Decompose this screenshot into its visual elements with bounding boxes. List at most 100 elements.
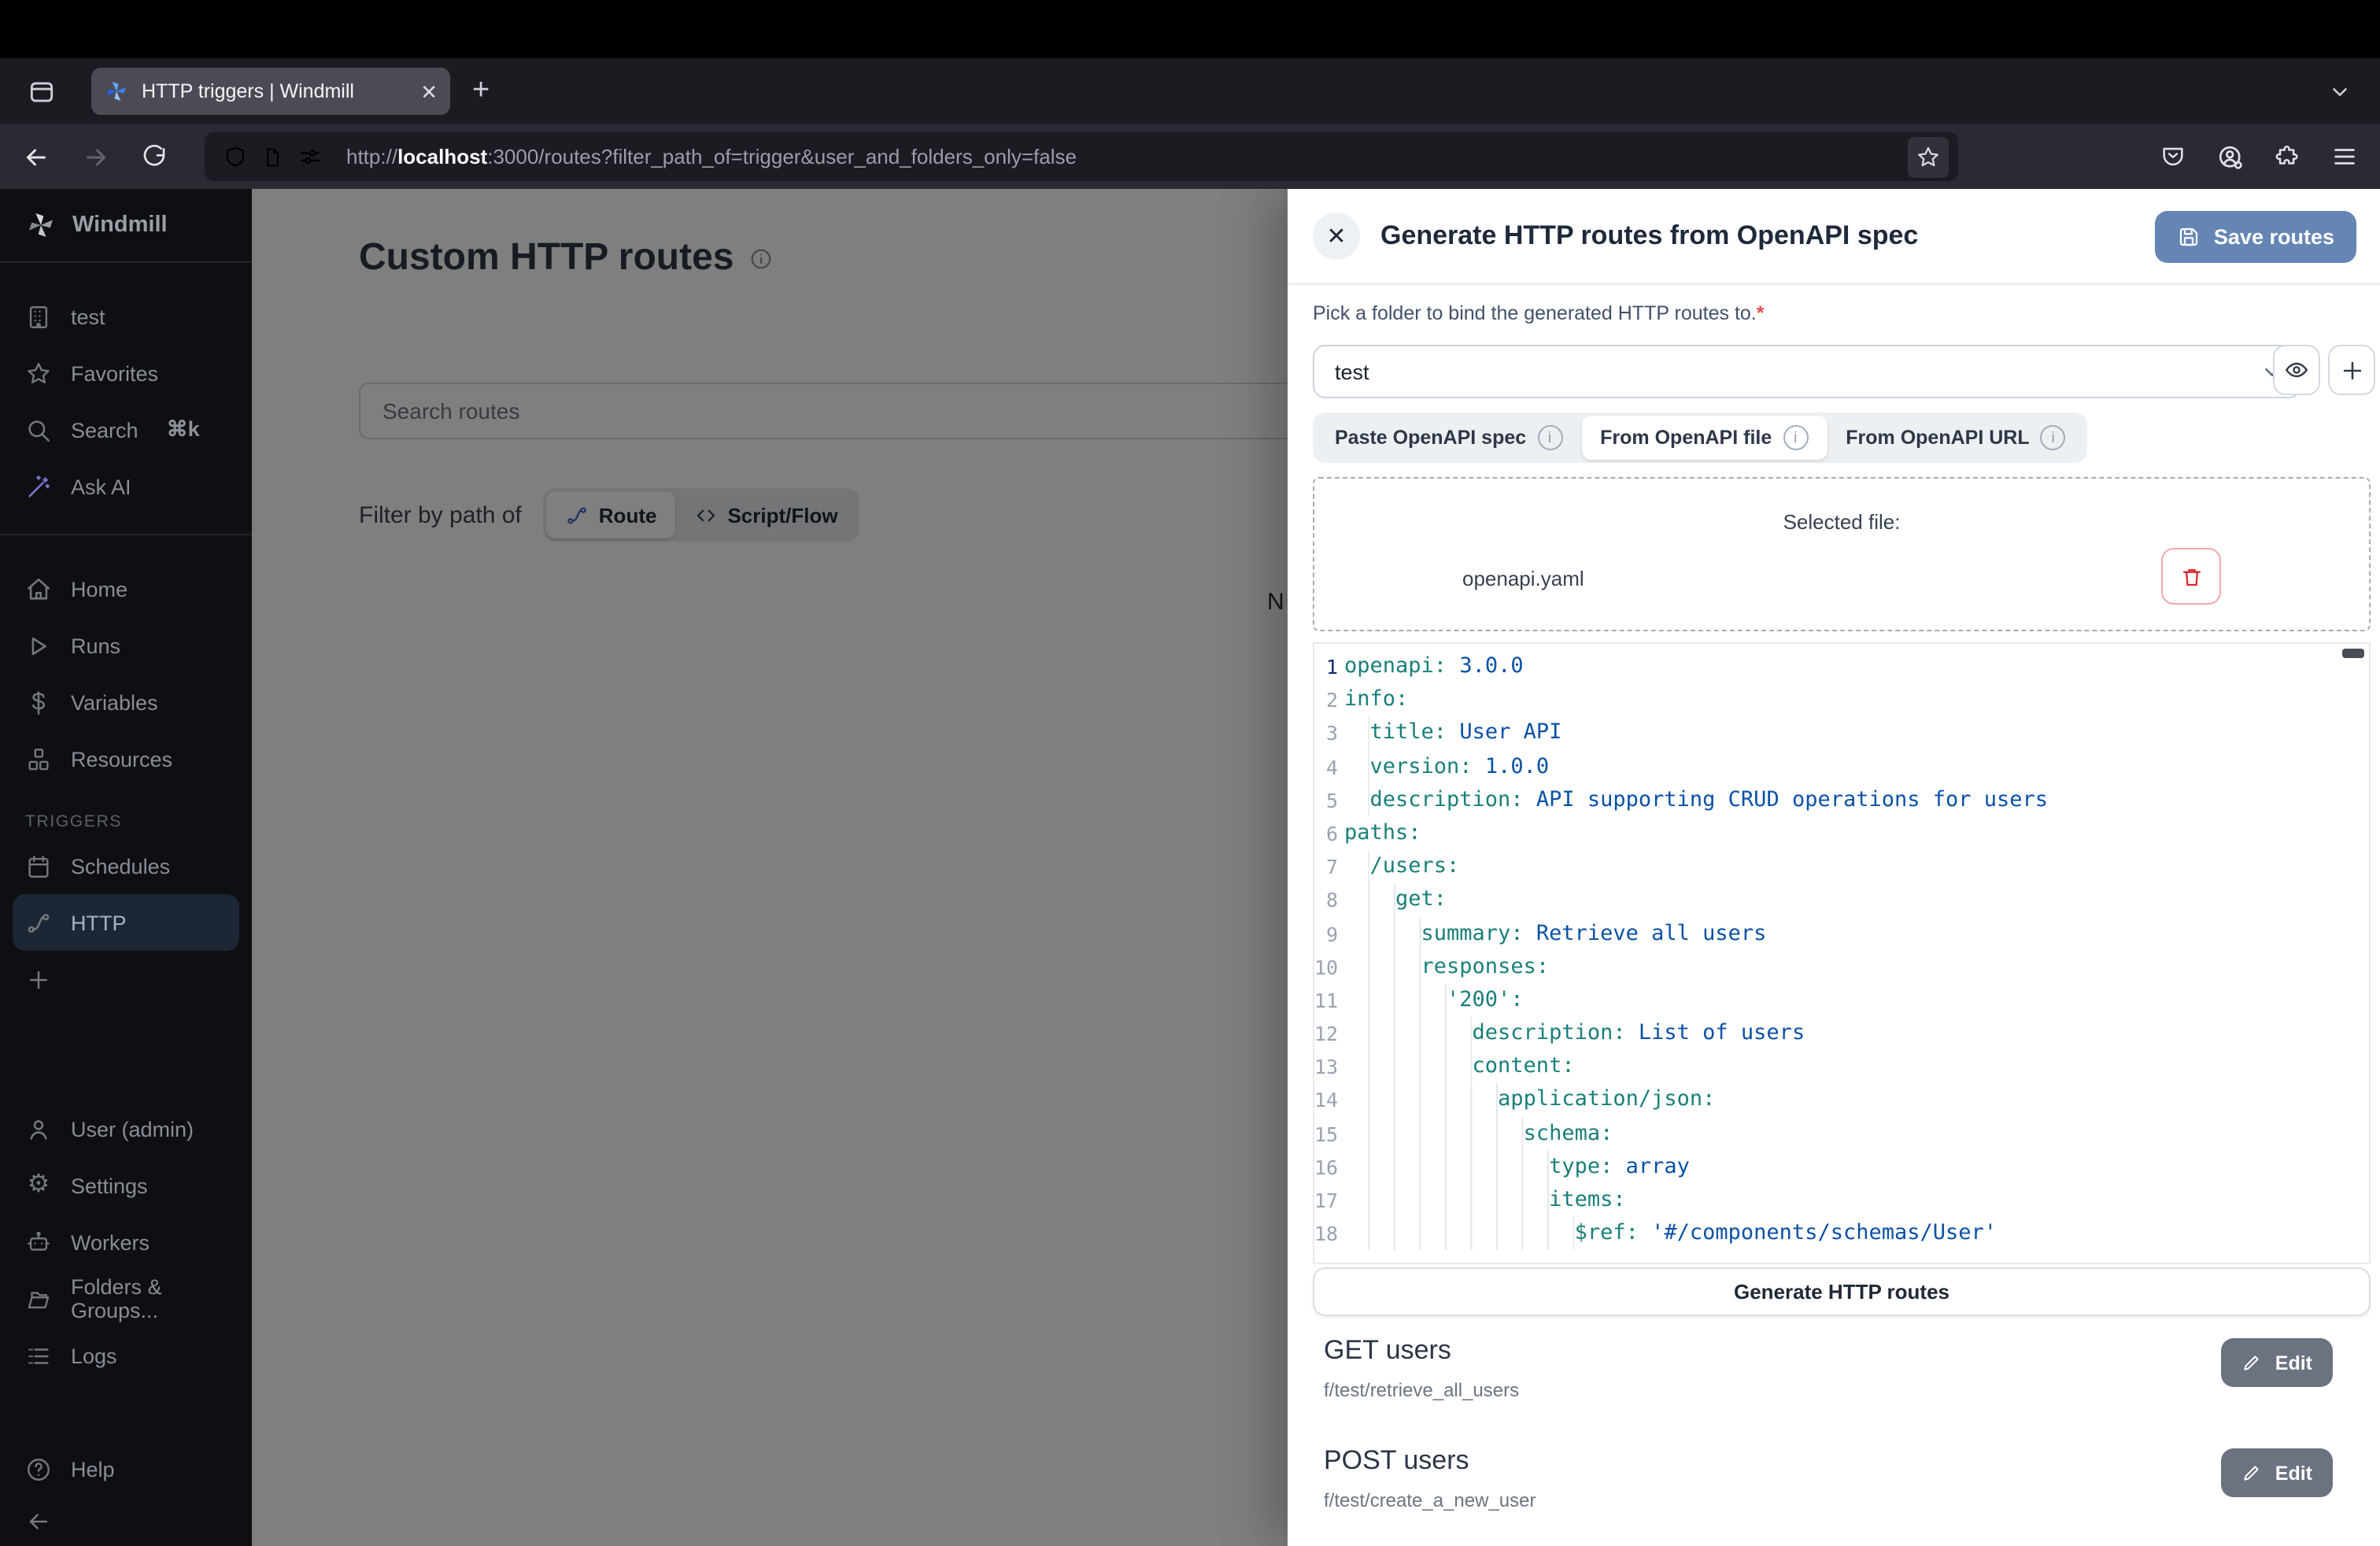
indent-guides — [1344, 917, 1421, 950]
tab-list-chevron-icon[interactable] — [2328, 58, 2352, 124]
shield-icon[interactable] — [224, 145, 247, 168]
sidebar-item[interactable]: Home — [0, 560, 252, 617]
indent-guides — [1344, 1217, 1575, 1250]
filter-option-script-flow[interactable]: Script/Flow — [675, 491, 856, 538]
pocket-icon[interactable] — [2160, 143, 2186, 170]
line-number: 7 — [1314, 850, 1338, 883]
sidebar-item[interactable]: Ask AI — [0, 458, 252, 515]
trash-icon — [2179, 564, 2203, 588]
yaml-value: 3.0.0 — [1459, 650, 1523, 683]
menu-hamburger-icon[interactable] — [2331, 143, 2358, 170]
forward-button[interactable] — [82, 142, 110, 171]
tab-close-icon[interactable]: ✕ — [420, 81, 438, 102]
page-title-row: Custom HTTP routes — [359, 236, 774, 280]
sidebar-collapse-button[interactable] — [0, 1497, 252, 1546]
sidebar-item[interactable]: Variables — [0, 674, 252, 730]
editor-line: 5description:API supporting CRUD operati… — [1314, 784, 2369, 817]
editor-line: 18$ref:'#/components/schemas/User' — [1314, 1217, 2369, 1250]
sidebar-add-trigger-button[interactable] — [0, 951, 252, 1008]
yaml-key: responses: — [1421, 950, 1550, 983]
yaml-key: info: — [1344, 683, 1408, 716]
sidebar-item-label: Schedules — [71, 854, 170, 878]
pencil-icon — [2242, 1352, 2263, 1373]
editor-scrollbar-thumb[interactable] — [2342, 649, 2364, 658]
sidebar-item-label: User (admin) — [71, 1117, 194, 1141]
sidebar: Windmill test Favorites — [0, 189, 252, 1546]
view-folder-button[interactable] — [2273, 345, 2320, 395]
sidebar-item[interactable]: Favorites — [0, 345, 252, 401]
brand[interactable]: Windmill — [0, 189, 252, 261]
sidebar-item[interactable]: Folders & Groups... — [0, 1270, 252, 1327]
line-number: 1 — [1314, 650, 1338, 683]
sidebar-item-label: Variables — [71, 690, 158, 714]
bot-icon — [25, 1229, 52, 1256]
new-tab-button[interactable]: + — [472, 74, 490, 109]
reload-button[interactable] — [142, 144, 167, 169]
indent-guides — [1344, 717, 1370, 750]
windmill-app: Windmill test Favorites — [0, 189, 2380, 1546]
help-icon — [25, 1455, 52, 1482]
plus-icon — [2338, 357, 2365, 383]
spec-source-tab[interactable]: From OpenAPI file i — [1581, 416, 1827, 460]
edit-route-button[interactable]: Edit — [2222, 1338, 2333, 1387]
arrow-left-icon — [25, 1508, 52, 1535]
url-bar[interactable]: http://localhost:3000/routes?filter_path… — [205, 132, 1958, 181]
sidebar-item[interactable]: test — [0, 288, 252, 345]
info-icon[interactable] — [750, 246, 774, 270]
info-icon[interactable]: i — [1783, 425, 1808, 450]
filter-option-route[interactable]: Route — [547, 491, 676, 538]
firefox-view-icon[interactable] — [19, 69, 63, 113]
folder-select[interactable]: test — [1313, 345, 2301, 398]
gear-icon: ⚙ — [25, 1172, 52, 1199]
menu-bar — [0, 0, 2380, 58]
yaml-key: '200': — [1447, 984, 1524, 1017]
sidebar-item-label: HTTP — [71, 911, 127, 934]
sidebar-item[interactable]: Workers — [0, 1214, 252, 1270]
sidebar-triggers-group: Schedules HTTP — [0, 838, 252, 951]
add-folder-button[interactable] — [2328, 345, 2375, 395]
yaml-key: version: — [1370, 750, 1473, 783]
sidebar-item[interactable]: Logs — [0, 1327, 252, 1384]
sidebar-item[interactable]: HTTP — [13, 894, 239, 951]
info-icon[interactable]: i — [1537, 425, 1562, 450]
sidebar-item[interactable]: ⚙ Settings — [0, 1157, 252, 1214]
file-dropzone[interactable]: Selected file: openapi.yaml — [1313, 477, 2371, 631]
info-icon[interactable]: i — [2041, 425, 2066, 450]
indent-guides — [1344, 950, 1421, 983]
sidebar-item-help[interactable]: Help — [0, 1441, 252, 1497]
sidebar-item[interactable]: User (admin) — [0, 1100, 252, 1157]
sidebar-item[interactable]: Resources — [0, 730, 252, 787]
sidebar-item[interactable]: Runs — [0, 617, 252, 674]
spec-source-tab[interactable]: Paste OpenAPI spec i — [1316, 416, 1581, 460]
extensions-icon[interactable] — [2275, 143, 2301, 170]
permissions-icon[interactable] — [298, 144, 323, 169]
yaml-value: List of users — [1639, 1017, 1805, 1050]
editor-line: 16type:array — [1314, 1151, 2369, 1184]
keyboard-shortcut: ⌘k — [167, 417, 200, 442]
editor-line: 6paths: — [1314, 817, 2369, 850]
line-number: 9 — [1314, 917, 1338, 950]
account-icon[interactable] — [2216, 142, 2245, 171]
editor-line: 2info: — [1314, 683, 2369, 716]
remove-file-button[interactable] — [2161, 548, 2221, 605]
yaml-key: title: — [1370, 717, 1447, 750]
generated-route-row: POST users f/test/create_a_new_user Edit — [1324, 1445, 2333, 1546]
openapi-spec-editor[interactable]: 1openapi:3.0.0 2info: 3title:User API 4v… — [1313, 642, 2371, 1264]
brand-label: Windmill — [72, 213, 168, 238]
route-title: GET users — [1324, 1335, 2333, 1367]
sidebar-item-label: Logs — [71, 1344, 117, 1367]
browser-tab[interactable]: HTTP triggers | Windmill ✕ — [91, 68, 450, 115]
bookmark-star-icon[interactable] — [1908, 136, 1949, 177]
close-button[interactable]: ✕ — [1313, 213, 1360, 260]
generate-http-routes-button[interactable]: Generate HTTP routes — [1313, 1267, 2371, 1316]
sidebar-item[interactable]: Schedules — [0, 838, 252, 894]
filter-label: Filter by path of — [359, 501, 522, 528]
back-button[interactable] — [22, 142, 50, 171]
sidebar-workspace-group: test Favorites Search ⌘k — [0, 263, 252, 515]
save-routes-button[interactable]: Save routes — [2156, 210, 2356, 262]
spec-source-tab[interactable]: From OpenAPI URL i — [1827, 416, 2084, 460]
sidebar-item[interactable]: Search ⌘k — [0, 401, 252, 458]
page-info-icon[interactable] — [261, 146, 283, 168]
indent-guides — [1344, 884, 1395, 917]
edit-route-button[interactable]: Edit — [2222, 1448, 2333, 1497]
